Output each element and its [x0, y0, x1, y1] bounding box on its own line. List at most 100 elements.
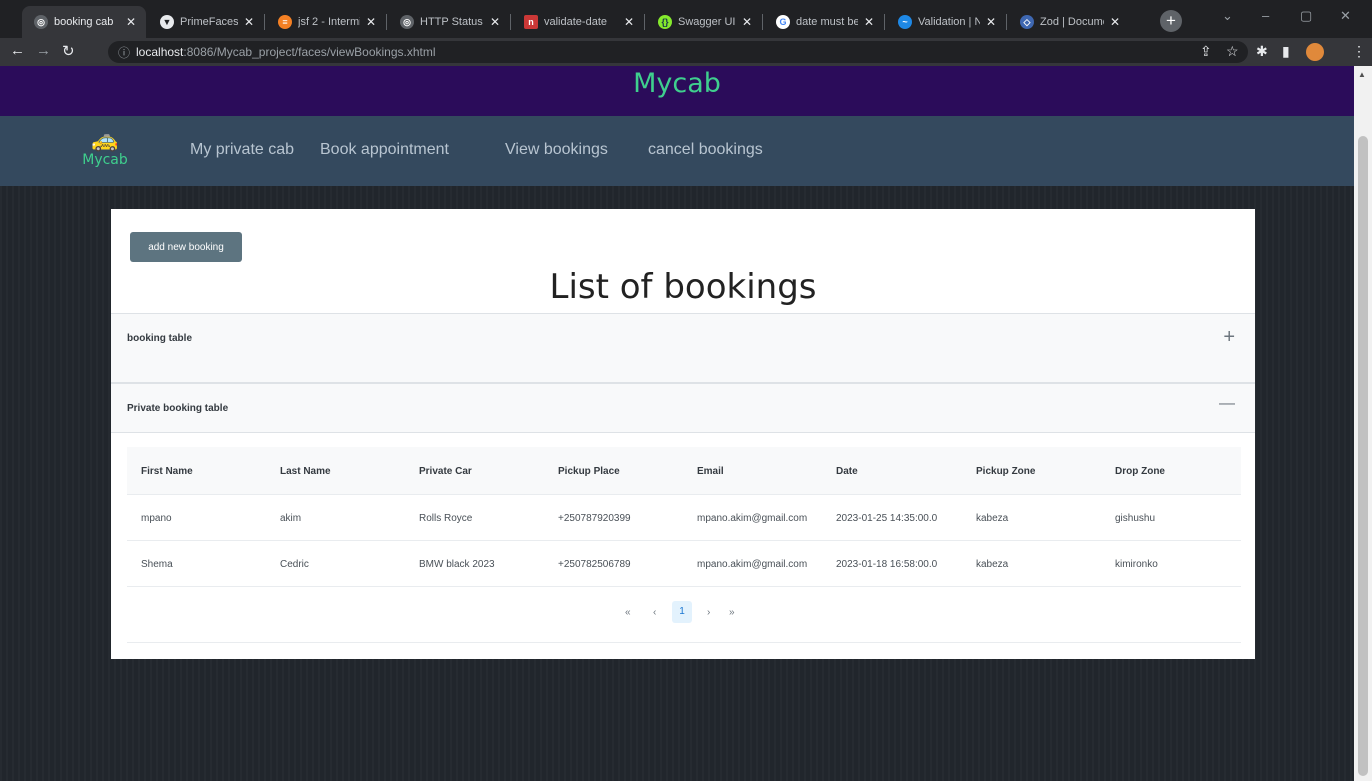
tab-title: Validation | N — [918, 16, 980, 28]
previous-page-icon[interactable]: ‹ — [653, 607, 656, 618]
page-title: List of bookings — [549, 267, 817, 307]
expand-plus-icon[interactable]: + — [1223, 326, 1235, 349]
cell-date: 2023-01-18 16:58:00.0 — [836, 559, 938, 570]
tab-title: jsf 2 - Intermi — [298, 16, 360, 28]
web-page: Mycab 🚕 Mycab My private cab Book appoin… — [0, 66, 1354, 781]
tab-title: validate-date — [544, 16, 607, 28]
cell-email: mpano.akim@gmail.com — [697, 513, 808, 524]
tab-divider — [884, 14, 885, 30]
table-paginator: « ‹ 1 › » — [127, 587, 1241, 643]
column-header-pickup-place[interactable]: Pickup Place — [558, 466, 620, 477]
address-bar[interactable]: ⓘ localhost :8086/Mycab_project/faces/vi… — [108, 41, 1248, 63]
browser-tab-strip: ◎ booking cab ✕ ▼ PrimeFaces Sh ✕ ≡ jsf … — [0, 0, 1372, 38]
tab-search-icon[interactable]: ⌄ — [1222, 8, 1233, 24]
tab-zod[interactable]: ◇ Zod | Docume ✕ — [1008, 6, 1130, 38]
tab-title: date must be — [796, 16, 858, 28]
first-page-icon[interactable]: « — [625, 607, 631, 618]
next-page-icon[interactable]: › — [707, 607, 710, 618]
tab-title: HTTP Status 4 — [420, 16, 484, 28]
close-window-icon[interactable]: ✕ — [1340, 8, 1351, 24]
cell-first-name: mpano — [141, 513, 172, 524]
extensions-icon[interactable]: ✱ — [1256, 43, 1268, 60]
maximize-icon[interactable]: ▢ — [1300, 8, 1312, 24]
cell-first-name: Shema — [141, 559, 173, 570]
minimize-icon[interactable]: – — [1262, 8, 1269, 23]
close-tab-icon[interactable]: ✕ — [490, 15, 500, 29]
tab-booking-cab[interactable]: ◎ booking cab ✕ — [22, 6, 146, 38]
address-host: localhost — [136, 45, 184, 59]
tab-validation[interactable]: ~ Validation | N ✕ — [886, 6, 1006, 38]
new-tab-button[interactable]: + — [1160, 10, 1182, 32]
cell-private-car: Rolls Royce — [419, 513, 473, 524]
column-header-first-name[interactable]: First Name — [141, 466, 193, 477]
table-row[interactable]: Shema Cedric BMW black 2023 +25078250678… — [127, 541, 1241, 587]
mycab-logo[interactable]: 🚕 Mycab — [70, 128, 140, 174]
cell-date: 2023-01-25 14:35:00.0 — [836, 513, 938, 524]
scrollbar-thumb[interactable] — [1358, 136, 1368, 776]
last-page-icon[interactable]: » — [729, 607, 735, 618]
cell-drop-zone: kimironko — [1115, 559, 1158, 570]
column-header-last-name[interactable]: Last Name — [280, 466, 331, 477]
close-tab-icon[interactable]: ✕ — [366, 15, 376, 29]
nest-icon: ~ — [898, 15, 912, 29]
collapse-minus-icon[interactable]: — — [1219, 395, 1235, 413]
close-tab-icon[interactable]: ✕ — [986, 15, 996, 29]
page-scrollbar[interactable]: ▲ — [1354, 66, 1372, 781]
tab-swagger[interactable]: {} Swagger UI ✕ — [646, 6, 762, 38]
tab-google-search[interactable]: G date must be ✕ — [764, 6, 884, 38]
nav-link-my-private-cab[interactable]: My private cab — [190, 141, 294, 159]
logo-text: Mycab — [82, 152, 128, 168]
swagger-icon: {} — [658, 15, 672, 29]
globe-icon: ◎ — [34, 15, 48, 29]
scroll-up-arrow-icon[interactable]: ▲ — [1358, 70, 1366, 79]
column-header-email[interactable]: Email — [697, 466, 724, 477]
nav-link-book-appointment[interactable]: Book appointment — [320, 141, 449, 159]
npm-icon: n — [524, 15, 538, 29]
table-row[interactable]: mpano akim Rolls Royce +250787920399 mpa… — [127, 495, 1241, 541]
tab-primefaces[interactable]: ▼ PrimeFaces Sh ✕ — [148, 6, 264, 38]
cell-last-name: akim — [280, 513, 302, 524]
accordion-private-booking-table[interactable]: Private booking table — — [111, 383, 1255, 433]
menu-kebab-icon[interactable]: ⋮ — [1352, 43, 1366, 60]
brand-header: Mycab — [0, 66, 1354, 116]
nav-link-cancel-bookings[interactable]: cancel bookings — [648, 141, 763, 159]
add-new-booking-button[interactable]: add new booking — [130, 232, 242, 262]
column-header-pickup-zone[interactable]: Pickup Zone — [976, 466, 1035, 477]
zod-icon: ◇ — [1020, 15, 1034, 29]
tab-http-status[interactable]: ◎ HTTP Status 4 ✕ — [388, 6, 510, 38]
tab-title: booking cab — [54, 16, 114, 28]
nav-link-view-bookings[interactable]: View bookings — [505, 141, 608, 159]
forward-icon[interactable]: → — [36, 42, 51, 59]
page-button-current[interactable]: 1 — [672, 601, 692, 623]
bookmark-star-icon[interactable]: ☆ — [1226, 43, 1239, 60]
share-icon[interactable]: ⇪ — [1200, 43, 1212, 60]
taxi-icon: 🚕 — [91, 127, 119, 152]
side-panel-icon[interactable]: ▮ — [1282, 43, 1290, 60]
tab-validate-date[interactable]: n validate-date ✕ — [512, 6, 644, 38]
column-header-private-car[interactable]: Private Car — [419, 466, 472, 477]
close-tab-icon[interactable]: ✕ — [864, 15, 874, 29]
close-tab-icon[interactable]: ✕ — [244, 15, 254, 29]
close-tab-icon[interactable]: ✕ — [624, 15, 634, 29]
cell-email: mpano.akim@gmail.com — [697, 559, 808, 570]
accordion-booking-table[interactable]: booking table + — [111, 313, 1255, 383]
close-tab-icon[interactable]: ✕ — [742, 15, 752, 29]
column-header-date[interactable]: Date — [836, 466, 858, 477]
tab-jsf[interactable]: ≡ jsf 2 - Intermi ✕ — [266, 6, 386, 38]
column-header-drop-zone[interactable]: Drop Zone — [1115, 466, 1165, 477]
cell-last-name: Cedric — [280, 559, 309, 570]
close-tab-icon[interactable]: ✕ — [1110, 15, 1120, 29]
tab-divider — [264, 14, 265, 30]
cell-pickup-place: +250787920399 — [558, 513, 631, 524]
cell-drop-zone: gishushu — [1115, 513, 1156, 524]
profile-avatar[interactable] — [1306, 43, 1324, 61]
cell-pickup-zone: kabeza — [976, 559, 1009, 570]
close-tab-icon[interactable]: ✕ — [126, 15, 136, 29]
reload-icon[interactable]: ↻ — [62, 42, 75, 60]
back-icon[interactable]: ← — [10, 42, 25, 59]
bookings-card: add new booking List of bookings booking… — [111, 209, 1255, 659]
info-icon[interactable]: ⓘ — [118, 44, 130, 61]
table-header-row: First Name Last Name Private Car Pickup … — [127, 447, 1241, 495]
address-path: :8086/Mycab_project/faces/viewBookings.x… — [183, 45, 436, 59]
cell-private-car: BMW black 2023 — [419, 559, 495, 570]
